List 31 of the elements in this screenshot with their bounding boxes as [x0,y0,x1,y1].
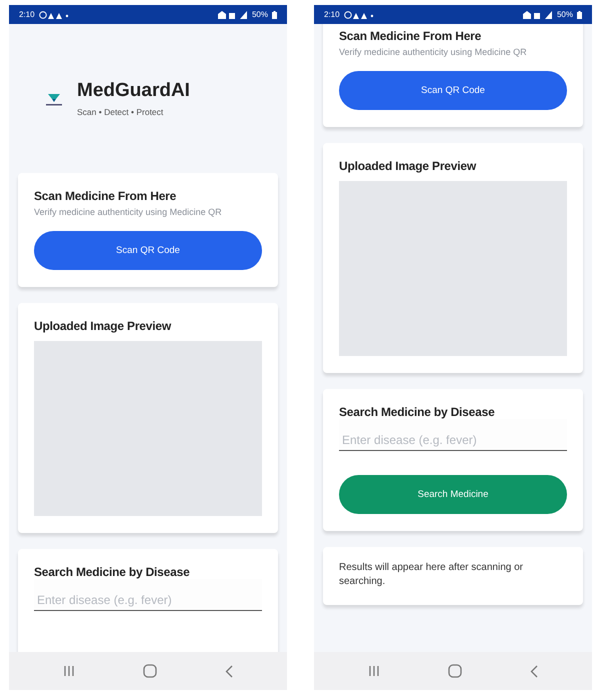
status-time: 2:10 [19,10,35,19]
card-subtitle: Verify medicine authenticity using Medicine QR [34,207,223,217]
home-icon[interactable] [448,664,462,678]
card-title: Scan Medicine From Here [339,29,482,43]
card-title: Uploaded Image Preview [34,319,172,333]
battery-level: 50% [556,10,573,19]
signal-icons [522,10,553,18]
card-title: Uploaded Image Preview [339,159,478,173]
home-icon[interactable] [143,664,157,678]
recent-apps-icon[interactable] [63,665,75,677]
app-title: MedGuardAI [77,80,190,102]
card-subtitle: Verify medicine authenticity using Medicine QR [339,47,528,57]
recent-apps-icon[interactable] [368,665,380,677]
card-title: Search Medicine by Disease [34,565,191,579]
search-medicine-button[interactable]: Search Medicine [339,475,567,514]
notification-icons [344,10,374,18]
app-tagline: Scan • Detect • Protect [77,107,164,117]
card-title: Scan Medicine From Here [34,189,178,203]
signal-icons [218,10,248,18]
back-icon[interactable] [530,664,538,678]
notification-icons [38,10,69,18]
logo-icon [45,92,63,106]
status-time: 2:10 [324,10,340,19]
battery-level: 50% [252,10,268,19]
scan-qr-button[interactable]: Scan QR Code [339,71,567,110]
results-message: Results will appear here after scanning or searching. [339,561,524,589]
scan-qr-button[interactable]: Scan QR Code [34,231,262,270]
card-title: Search Medicine by Disease [339,405,496,419]
battery-icon [272,10,277,18]
battery-icon [577,10,582,18]
back-icon[interactable] [225,664,233,678]
